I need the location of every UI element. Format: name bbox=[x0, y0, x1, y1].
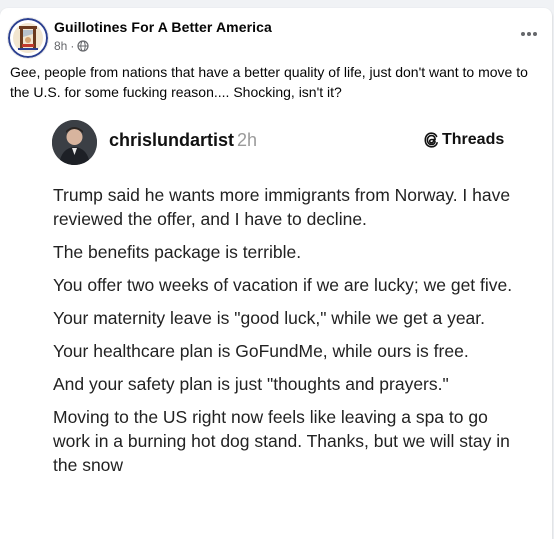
more-options-button[interactable] bbox=[516, 24, 542, 44]
post-time[interactable]: 8h bbox=[54, 39, 67, 53]
threads-logo-icon bbox=[424, 132, 438, 148]
threads-paragraph: Trump said he wants more immigrants from… bbox=[53, 185, 511, 229]
threads-paragraph: Your healthcare plan is GoFundMe, while … bbox=[53, 341, 469, 361]
group-name[interactable]: Guillotines For A Better America bbox=[54, 19, 272, 35]
shared-screenshot-image[interactable]: chrislundartist 2h Threads Trump said he … bbox=[5, 110, 548, 539]
threads-username: chrislundartist bbox=[109, 130, 235, 150]
post-caption: Gee, people from nations that have a bet… bbox=[10, 64, 528, 100]
meta-separator: · bbox=[70, 39, 75, 53]
more-options-icon bbox=[521, 32, 537, 36]
threads-post-time: 2h bbox=[237, 130, 258, 150]
threads-brand-label: Threads bbox=[442, 131, 505, 148]
threads-user-avatar bbox=[52, 120, 97, 165]
threads-brand: Threads bbox=[424, 131, 504, 149]
threads-paragraph: The benefits package is terrible. bbox=[53, 242, 302, 262]
threads-username-line: chrislundartist 2h bbox=[109, 130, 257, 151]
feed-background: Guillotines For A Better America 8h · Ge… bbox=[0, 0, 554, 539]
threads-paragraph: Moving to the US right now feels like le… bbox=[53, 407, 510, 475]
globe-icon[interactable] bbox=[77, 40, 89, 52]
threads-paragraph: Your maternity leave is "good luck," whi… bbox=[53, 308, 486, 328]
threads-paragraph: You offer two weeks of vacation if we ar… bbox=[53, 275, 513, 295]
post-meta: 8h · bbox=[54, 39, 89, 53]
group-avatar[interactable] bbox=[8, 18, 48, 58]
threads-paragraph: And your safety plan is just "thoughts a… bbox=[53, 374, 449, 394]
group-logo-icon bbox=[8, 18, 48, 58]
facebook-post-card: Guillotines For A Better America 8h · Ge… bbox=[0, 8, 552, 539]
threads-post-body: Trump said he wants more immigrants from… bbox=[53, 183, 528, 486]
